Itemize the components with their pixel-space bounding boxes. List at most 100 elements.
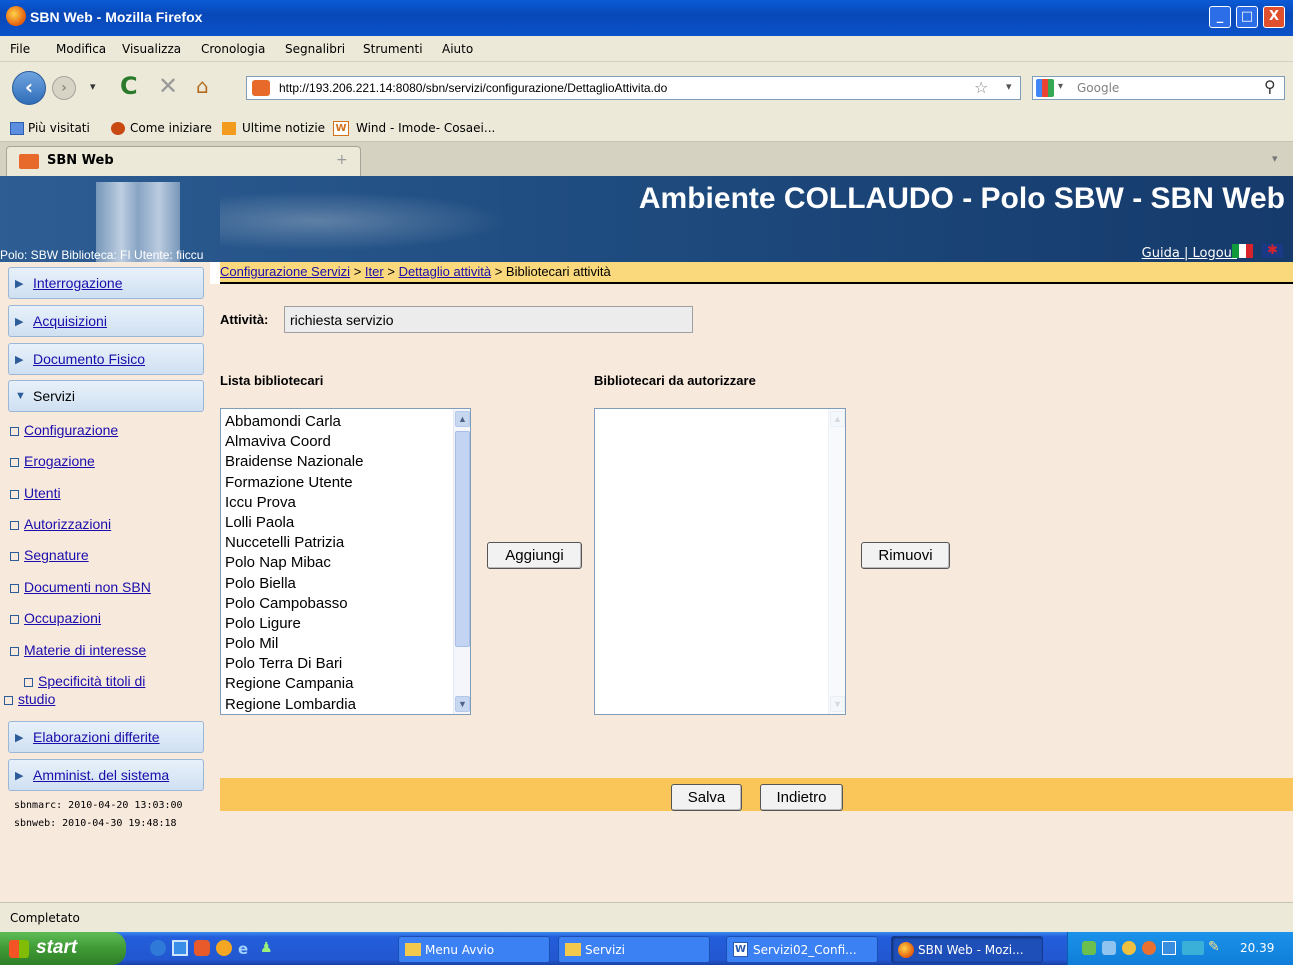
- minimize-button[interactable]: _: [1209, 6, 1231, 28]
- italian-flag-icon[interactable]: [1232, 244, 1253, 258]
- list-item[interactable]: Almaviva Coord: [221, 432, 470, 452]
- guida-link[interactable]: Guida: [1142, 246, 1180, 261]
- sidebar-item-label[interactable]: Documento Fisico: [33, 351, 145, 367]
- tab-sbn-web[interactable]: SBN Web: [6, 146, 361, 176]
- scroll-down-icon[interactable]: ▼: [455, 696, 470, 712]
- uk-flag-icon[interactable]: ✱: [1262, 244, 1283, 258]
- list-item[interactable]: Polo Biella: [221, 574, 470, 594]
- bookmark-piu-visitati[interactable]: Più visitati: [28, 121, 90, 135]
- listbox-scrollbar[interactable]: ▲ ▼: [453, 409, 470, 714]
- menu-visualizza[interactable]: Visualizza: [122, 42, 181, 56]
- quicklaunch-ie-e-icon[interactable]: e: [238, 940, 254, 958]
- tray-display-icon[interactable]: [1102, 941, 1116, 955]
- sidebar-sub-documenti-non-sbn[interactable]: Documenti non SBN: [10, 579, 151, 595]
- stop-icon[interactable]: ✕: [158, 72, 178, 100]
- sidebar-sub-materie-di-interesse[interactable]: Materie di interesse: [9, 642, 146, 658]
- list-item[interactable]: Formazione Utente: [221, 473, 470, 493]
- taskbar-item-servizi[interactable]: Servizi: [558, 936, 710, 963]
- sidebar-sub-autorizzazioni[interactable]: Autorizzazioni: [9, 516, 111, 532]
- menu-modifica[interactable]: Modifica: [56, 42, 106, 56]
- sidebar-item-label[interactable]: Elaborazioni differite: [33, 729, 160, 745]
- sidebar-sub-occupazioni[interactable]: Occupazioni: [9, 610, 101, 626]
- logout-link[interactable]: Logout: [1192, 246, 1237, 261]
- quicklaunch-ie-icon[interactable]: [150, 940, 166, 956]
- quicklaunch-desktop-icon[interactable]: [172, 940, 188, 956]
- new-tab-icon[interactable]: +: [336, 152, 348, 168]
- url-dropdown-icon[interactable]: ▾: [1006, 80, 1012, 93]
- url-bar[interactable]: http://193.206.221.14:8080/sbn/servizi/c…: [246, 76, 1021, 100]
- list-item[interactable]: Braidense Nazionale: [221, 452, 470, 472]
- breadcrumb-dettaglio-attivita[interactable]: Dettaglio attività: [399, 264, 492, 279]
- sidebar-item-label[interactable]: Acquisizioni: [33, 313, 107, 329]
- quicklaunch-firefox-icon[interactable]: [216, 940, 232, 956]
- sidebar-item-elaborazioni-differite[interactable]: ▶ Elaborazioni differite: [8, 721, 204, 753]
- list-item[interactable]: Regione Lombardia: [221, 695, 470, 714]
- list-item[interactable]: Polo Terra Di Bari: [221, 654, 470, 674]
- breadcrumb-configurazione-servizi[interactable]: Configurazione Servizi: [220, 264, 350, 279]
- scroll-thumb[interactable]: [455, 431, 470, 647]
- indietro-button[interactable]: Indietro: [760, 784, 843, 811]
- search-input[interactable]: Google: [1032, 76, 1285, 100]
- menu-cronologia[interactable]: Cronologia: [201, 42, 265, 56]
- scroll-up-icon[interactable]: ▲: [455, 411, 470, 427]
- home-icon[interactable]: ⌂: [196, 74, 209, 98]
- tray-monitor-icon[interactable]: [1162, 941, 1176, 955]
- bibliotecari-da-autorizzare-listbox[interactable]: ▲ ▼: [594, 408, 846, 715]
- menu-segnalibri[interactable]: Segnalibri: [285, 42, 345, 56]
- menu-file[interactable]: File: [10, 42, 30, 56]
- taskbar-item-sbn-web[interactable]: SBN Web - Mozi...: [891, 936, 1043, 963]
- sidebar-sub-segnature[interactable]: Segnature: [10, 547, 89, 563]
- tab-list-icon[interactable]: ▾: [1272, 152, 1278, 165]
- tray-network-icon[interactable]: [1082, 941, 1096, 955]
- sidebar-sub-configurazione[interactable]: Configurazione: [9, 422, 118, 438]
- list-item[interactable]: Regione Campania: [221, 674, 470, 694]
- list-item[interactable]: Lolli Paola: [221, 513, 470, 533]
- sidebar-item-acquisizioni[interactable]: ▶ Acquisizioni: [8, 305, 204, 337]
- history-dropdown-icon[interactable]: ▾: [90, 80, 96, 93]
- tray-input-icon[interactable]: [1182, 941, 1204, 955]
- close-button[interactable]: X: [1263, 6, 1285, 28]
- sidebar-item-interrogazione[interactable]: ▶ Interrogazione: [8, 267, 204, 299]
- scroll-up-icon[interactable]: ▲: [830, 411, 845, 427]
- maximize-button[interactable]: □: [1236, 6, 1258, 28]
- sidebar-item-amminist-sistema[interactable]: ▶ Amminist. del sistema: [8, 759, 204, 791]
- salva-button[interactable]: Salva: [671, 784, 742, 811]
- aggiungi-button[interactable]: Aggiungi: [487, 542, 582, 569]
- rimuovi-button[interactable]: Rimuovi: [861, 542, 950, 569]
- bookmark-wind[interactable]: Wind - Imode- Cosaei...: [356, 121, 495, 135]
- sidebar-sub-specificita-line1[interactable]: Specificità titoli di: [23, 673, 145, 689]
- sidebar-sub-utenti[interactable]: Utenti: [10, 485, 61, 501]
- bookmark-come-iniziare[interactable]: Come iniziare: [130, 121, 212, 135]
- quicklaunch-users-icon[interactable]: ♟: [260, 940, 276, 956]
- list-item[interactable]: Polo Mil: [221, 634, 470, 654]
- listbox-scrollbar[interactable]: ▲ ▼: [828, 409, 845, 714]
- search-engine-dropdown-icon[interactable]: ▾: [1058, 81, 1063, 92]
- tray-antivirus-icon[interactable]: [1142, 941, 1156, 955]
- start-button[interactable]: start: [0, 932, 126, 965]
- list-item[interactable]: Iccu Prova: [221, 493, 470, 513]
- back-icon[interactable]: ‹: [12, 71, 46, 105]
- quicklaunch-media-icon[interactable]: [194, 940, 210, 956]
- sidebar-item-servizi[interactable]: ▼ Servizi: [8, 380, 204, 412]
- sidebar-sub-erogazione[interactable]: Erogazione: [10, 453, 95, 469]
- tray-pen-icon[interactable]: ✎: [1208, 939, 1220, 955]
- search-engine-icon[interactable]: [1036, 79, 1054, 97]
- reload-icon[interactable]: C: [120, 72, 138, 100]
- lista-bibliotecari-listbox[interactable]: Abbamondi Carla Almaviva Coord Braidense…: [220, 408, 471, 715]
- breadcrumb-iter[interactable]: Iter: [365, 264, 384, 279]
- menu-aiuto[interactable]: Aiuto: [442, 42, 473, 56]
- search-magnifier-icon[interactable]: ⚲: [1264, 77, 1276, 96]
- bookmark-star-icon[interactable]: ☆: [974, 78, 988, 97]
- forward-icon[interactable]: ›: [52, 76, 76, 100]
- bookmark-ultime-notizie[interactable]: Ultime notizie: [242, 121, 325, 135]
- scroll-down-icon[interactable]: ▼: [830, 696, 845, 712]
- sidebar-sub-specificita-line2[interactable]: studio: [3, 691, 55, 707]
- taskbar-item-menu-avvio[interactable]: Menu Avvio: [398, 936, 550, 963]
- taskbar-item-servizi02[interactable]: Servizi02_Confi... W: [726, 936, 878, 963]
- tray-update-icon[interactable]: [1122, 941, 1136, 955]
- sidebar-item-label[interactable]: Amminist. del sistema: [33, 767, 169, 783]
- list-item[interactable]: Abbamondi Carla: [221, 412, 470, 432]
- clock[interactable]: 20.39: [1240, 941, 1274, 955]
- sidebar-item-documento-fisico[interactable]: ▶ Documento Fisico: [8, 343, 204, 375]
- list-item[interactable]: Polo Ligure: [221, 614, 470, 634]
